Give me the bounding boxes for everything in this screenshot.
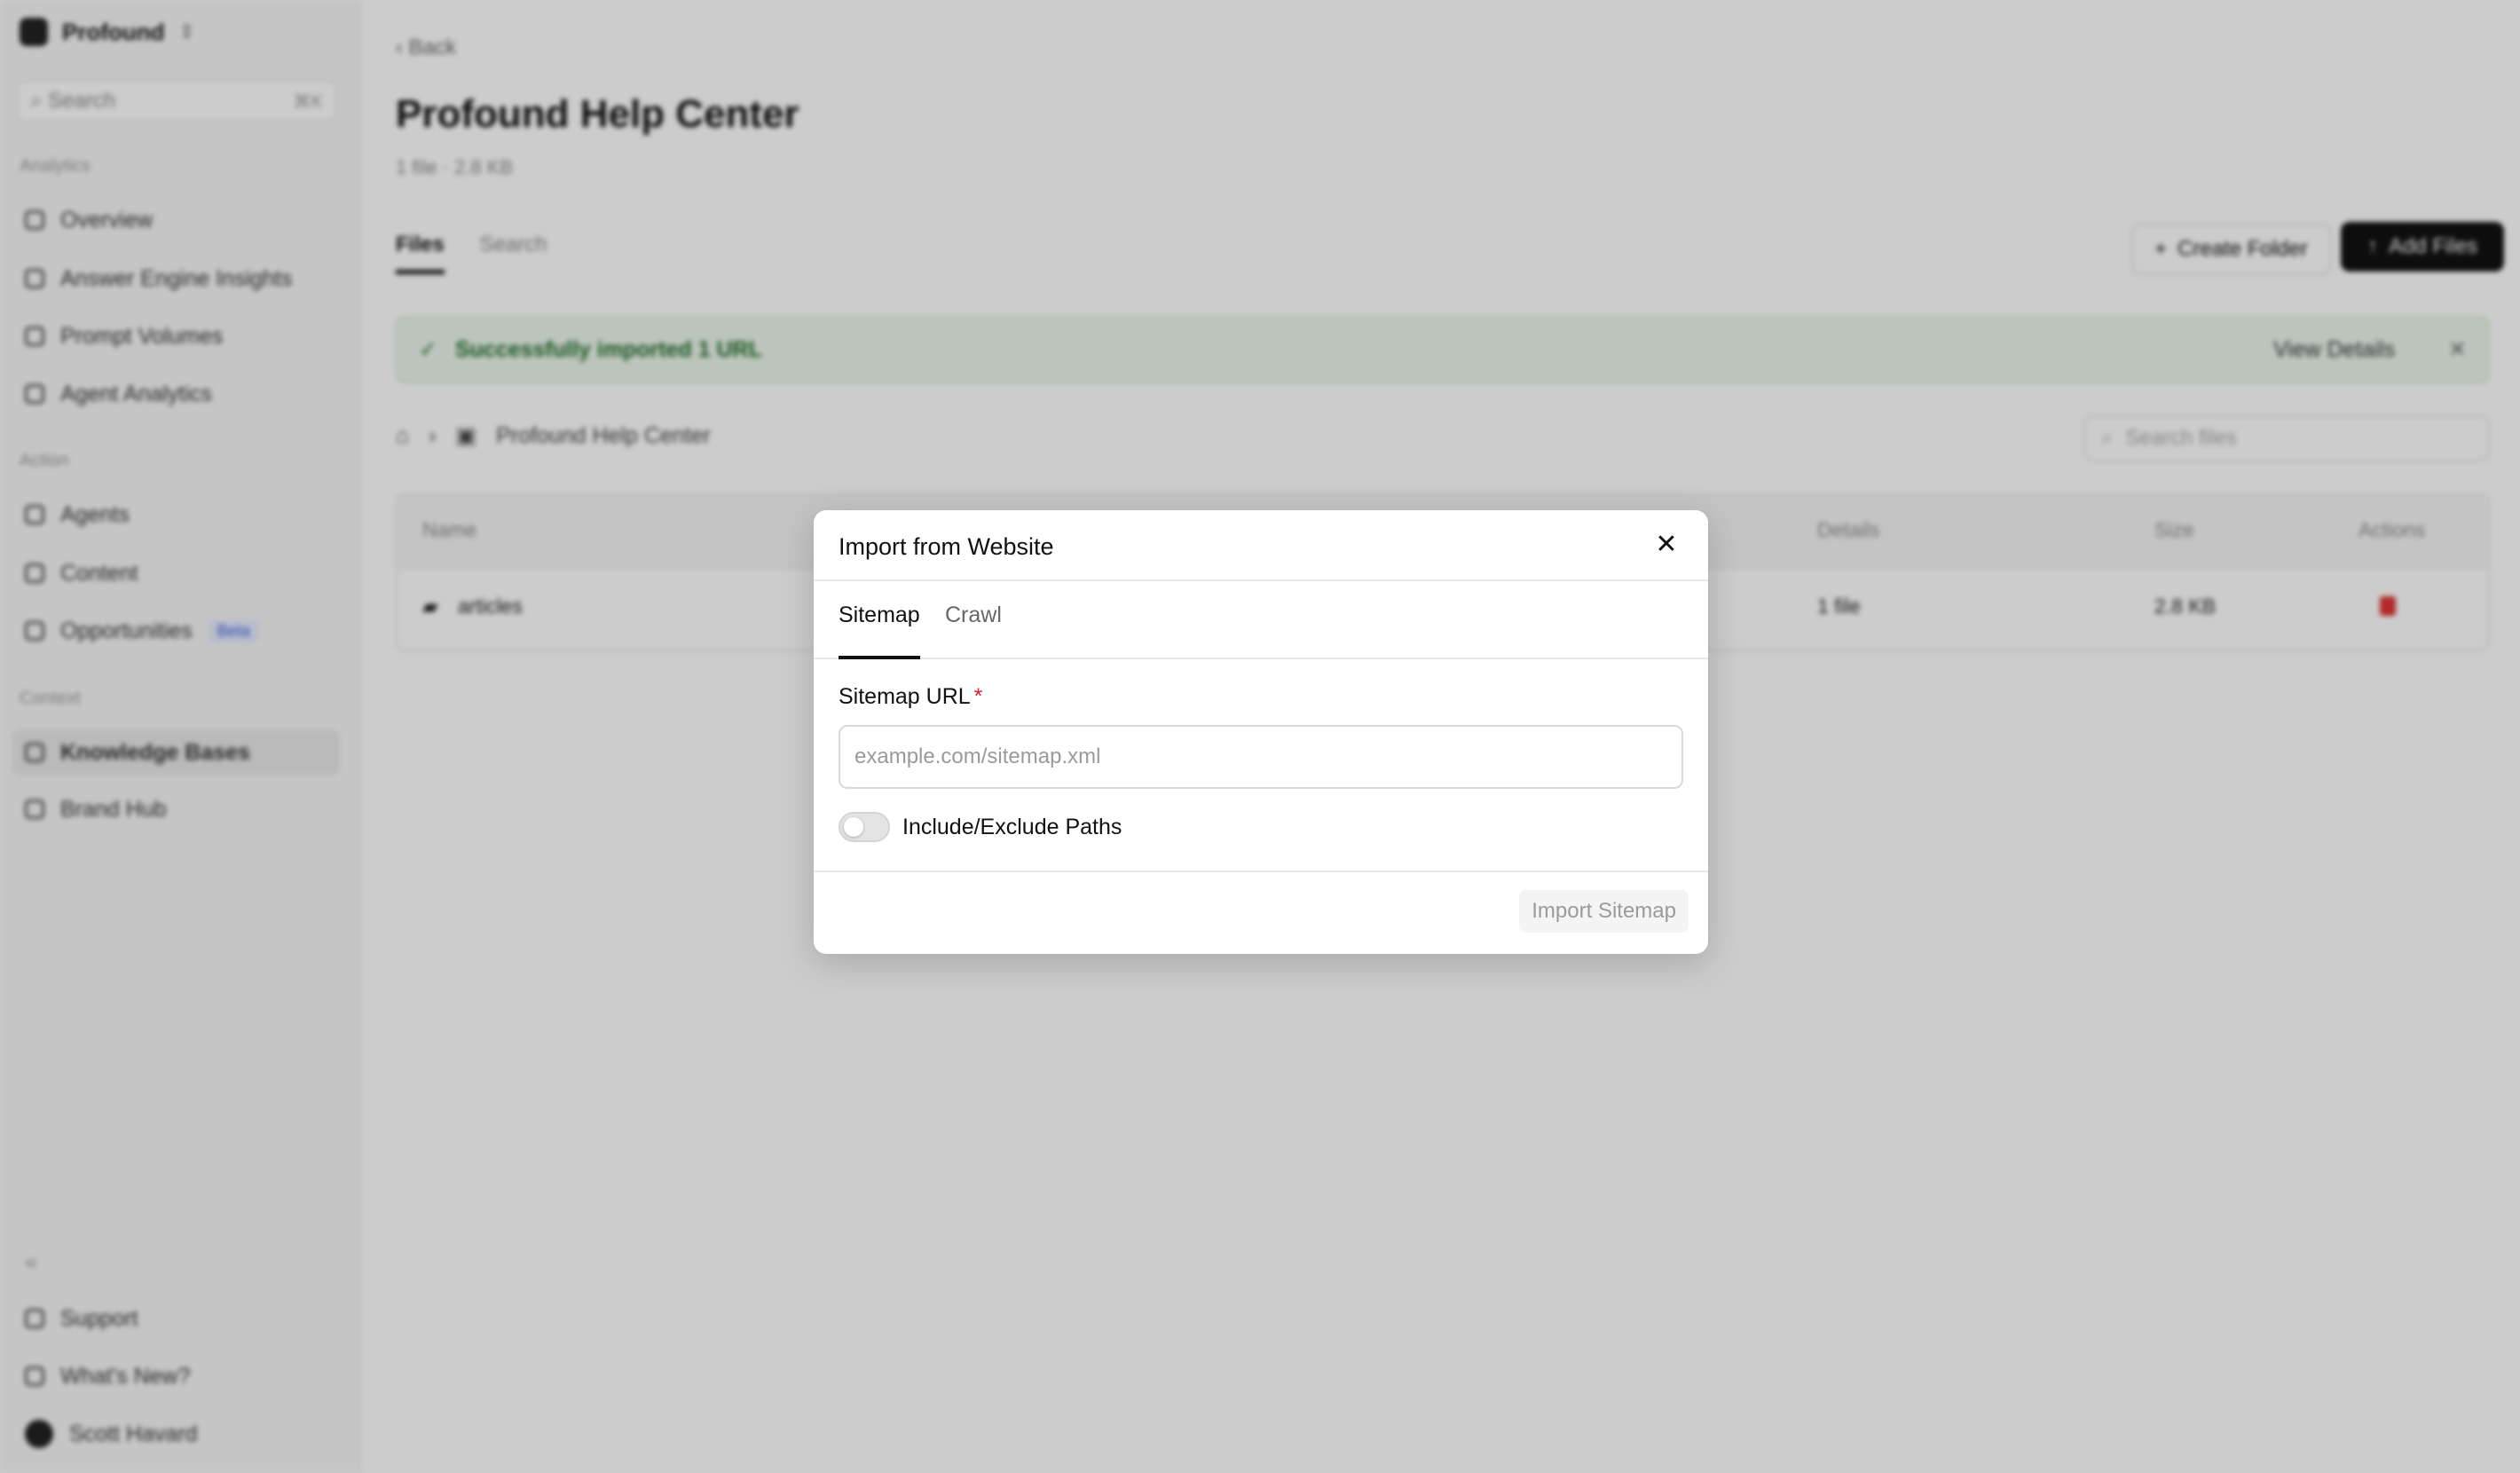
import-sitemap-button[interactable]: Import Sitemap — [1519, 890, 1689, 933]
import-website-dialog: Import from Website ✕ Sitemap Crawl Site… — [814, 510, 1708, 954]
tab-crawl[interactable]: Crawl — [945, 603, 1002, 628]
tab-sitemap[interactable]: Sitemap — [839, 603, 920, 628]
sitemap-url-label: Sitemap URL * — [839, 684, 982, 710]
include-exclude-paths-toggle[interactable] — [839, 812, 890, 842]
close-icon[interactable]: ✕ — [1651, 530, 1681, 560]
sitemap-url-label-text: Sitemap URL — [839, 684, 971, 709]
sitemap-url-input[interactable] — [839, 725, 1683, 789]
active-tab-indicator — [839, 656, 920, 659]
dialog-title: Import from Website — [839, 533, 1054, 560]
toggle-knob — [844, 817, 863, 837]
required-marker: * — [973, 684, 983, 709]
include-exclude-paths-label: Include/Exclude Paths — [902, 815, 1122, 839]
